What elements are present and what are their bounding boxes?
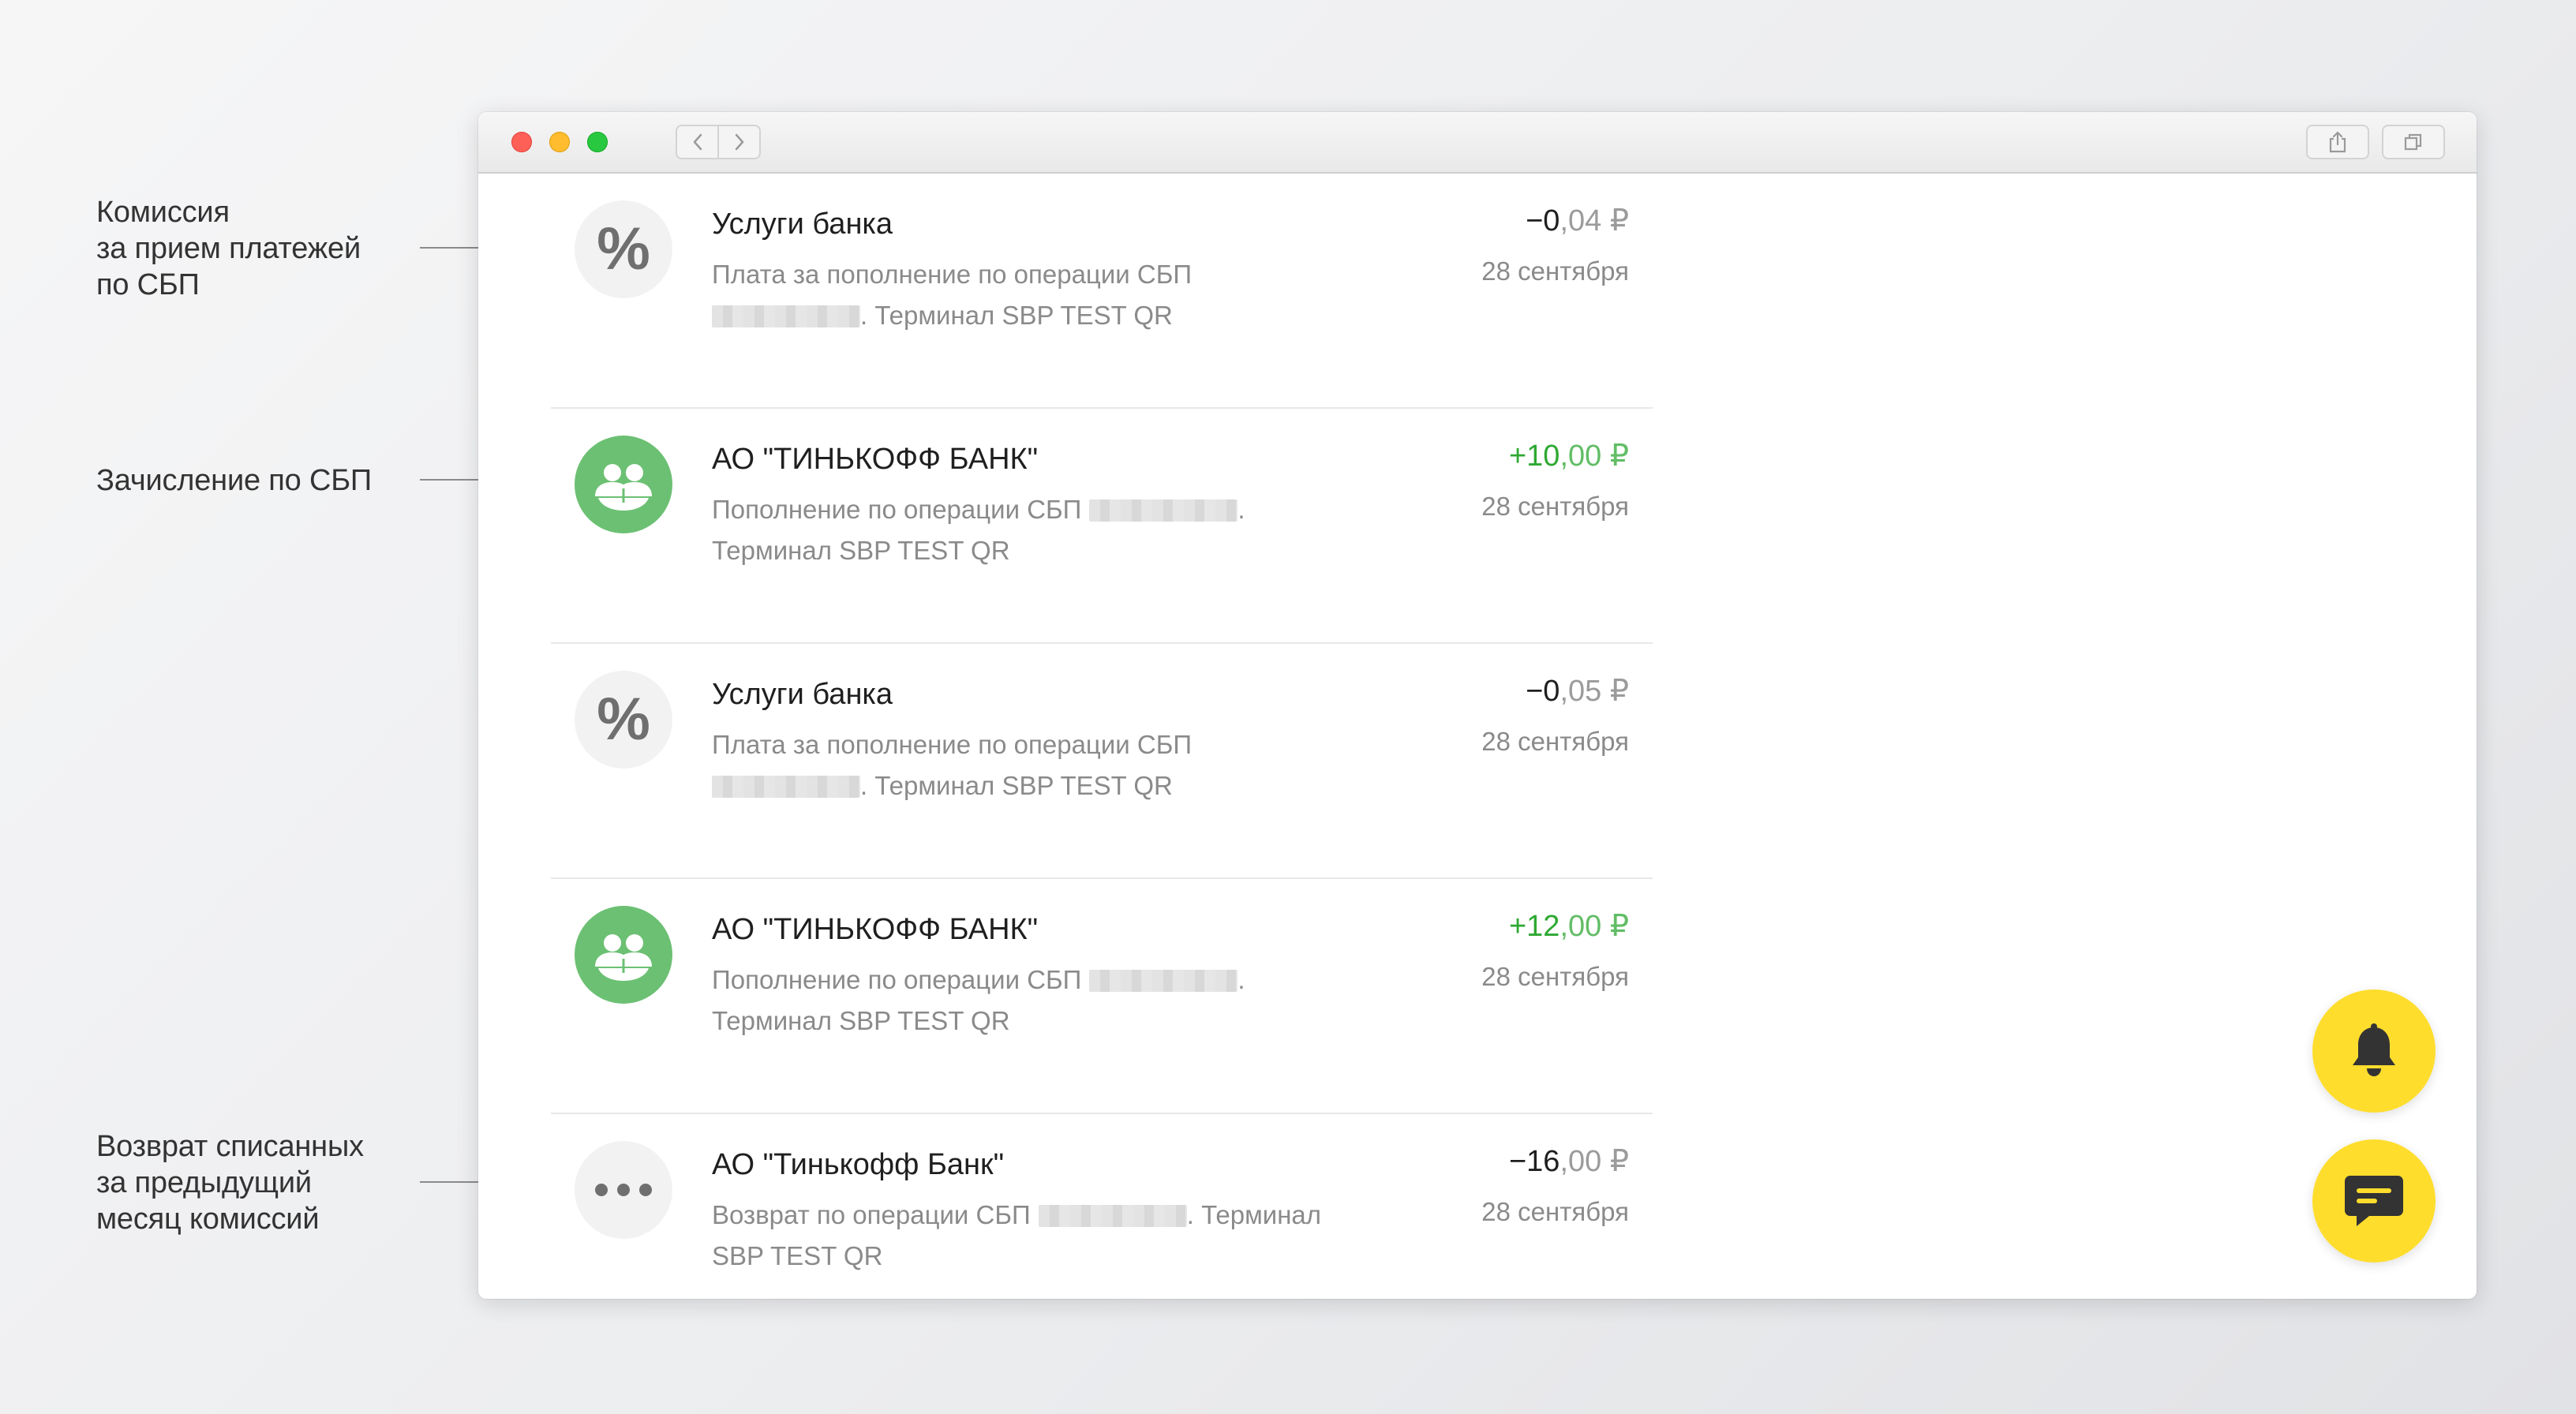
transaction-row[interactable]: АО "Тинькофф Банк" Возврат по операции С… <box>551 1114 1653 1299</box>
amount-integer: −0 <box>1526 675 1560 708</box>
redacted-phone <box>1089 499 1238 522</box>
description-line: . Терминал SBP TEST QR <box>860 771 1173 800</box>
transaction-row[interactable]: % Услуги банка Плата за пополнение по оп… <box>551 644 1653 879</box>
chevron-right-icon <box>735 133 743 151</box>
percent-glyph: % <box>597 215 650 282</box>
transaction-title: АО "ТИНЬКОФФ БАНК" <box>712 443 1039 476</box>
description-line: . Терминал SBP TEST QR <box>860 301 1173 330</box>
amount-integer: +10 <box>1508 440 1560 473</box>
description-line: Терминал SBP TEST QR <box>712 1006 1010 1035</box>
transaction-row[interactable]: % Услуги банка Плата за пополнение по оп… <box>551 174 1653 409</box>
amount-fraction: ,00 ₽ <box>1559 440 1629 473</box>
transaction-description: Пополнение по операции СБП. Терминал SBP… <box>712 489 1359 571</box>
people-icon <box>575 436 672 533</box>
transaction-description: Возврат по операции СБП . Терминал SBP TE… <box>712 1195 1359 1277</box>
annotation-line-text: Возврат списанных <box>96 1130 364 1163</box>
more-dots-icon <box>575 1141 672 1239</box>
transaction-description: Плата за пополнение по операции СБП . Те… <box>712 724 1359 806</box>
annotation-line-text: Комиссия <box>96 196 230 229</box>
description-line: Терминал SBP TEST QR <box>712 536 1010 565</box>
amount-integer: −0 <box>1526 204 1560 238</box>
transaction-description: Плата за пополнение по операции СБП . Те… <box>712 254 1359 336</box>
back-button[interactable] <box>677 126 717 158</box>
amount-fraction: ,00 ₽ <box>1559 1145 1629 1178</box>
amount-integer: −16 <box>1508 1145 1560 1178</box>
transactions-list: % Услуги банка Плата за пополнение по оп… <box>551 174 1653 1299</box>
transaction-amount: −0,05 ₽ <box>1526 672 1629 710</box>
annotation-line-text: Зачисление по СБП <box>96 464 373 497</box>
description-line: Плата за пополнение по операции СБП <box>712 730 1193 759</box>
transaction-amount: −16,00 ₽ <box>1509 1143 1629 1180</box>
amount-fraction: ,05 ₽ <box>1559 675 1629 708</box>
window-maximize-button[interactable] <box>587 132 608 152</box>
description-tail: . <box>1237 495 1245 524</box>
share-button[interactable] <box>2306 125 2369 159</box>
annotation-line-text: по СБП <box>96 268 200 301</box>
notifications-button[interactable] <box>2312 989 2436 1113</box>
redacted-phone <box>1089 970 1238 992</box>
annotation-credit: Зачисление по СБП <box>96 462 412 499</box>
share-icon <box>2329 131 2346 153</box>
annotation-line-text: за прием платежей <box>96 232 361 265</box>
chevron-left-icon <box>693 133 702 151</box>
transaction-amount: +10,00 ₽ <box>1509 437 1629 475</box>
annotation-line-text: за предыдущий <box>96 1166 312 1199</box>
window-titlebar <box>478 112 2477 174</box>
percent-icon: % <box>575 671 672 769</box>
window-close-button[interactable] <box>511 132 532 152</box>
chat-icon <box>2345 1176 2403 1226</box>
description-tail: . <box>1237 965 1245 994</box>
amount-fraction: ,00 ₽ <box>1559 910 1629 943</box>
description-line: Пополнение по операции СБП <box>712 965 1082 994</box>
bell-icon <box>2353 1023 2395 1076</box>
transaction-title: АО "Тинькофф Банк" <box>712 1148 1005 1181</box>
window-minimize-button[interactable] <box>549 132 570 152</box>
description-tail: . Терминал <box>1186 1200 1322 1229</box>
transaction-amount: −0,04 ₽ <box>1526 202 1629 240</box>
annotation-refund: Возврат списанных за предыдущий месяц ко… <box>96 1128 412 1237</box>
transaction-date: 28 сентября <box>1481 962 1629 991</box>
transaction-date: 28 сентября <box>1481 256 1629 286</box>
redacted-phone <box>712 776 860 798</box>
transaction-description: Пополнение по операции СБП. Терминал SBP… <box>712 960 1359 1042</box>
browser-window: % Услуги банка Плата за пополнение по оп… <box>478 112 2477 1299</box>
annotation-commission: Комиссия за прием платежей по СБП <box>96 194 412 303</box>
amount-integer: +12 <box>1508 910 1560 943</box>
description-line: SBP TEST QR <box>712 1241 883 1270</box>
transaction-amount: +12,00 ₽ <box>1509 907 1629 945</box>
forward-button[interactable] <box>717 126 759 158</box>
transaction-date: 28 сентября <box>1481 727 1629 756</box>
annotation-line-text: месяц комиссий <box>96 1203 320 1236</box>
transaction-row[interactable]: АО "ТИНЬКОФФ БАНК" Пополнение по операци… <box>551 409 1653 644</box>
description-line: Возврат по операции СБП <box>712 1200 1031 1229</box>
tabs-overview-button[interactable] <box>2382 125 2445 159</box>
transaction-date: 28 сентября <box>1481 1197 1629 1226</box>
description-line: Плата за пополнение по операции СБП <box>712 260 1193 289</box>
redacted-phone <box>712 305 860 327</box>
redacted-phone <box>1038 1205 1187 1227</box>
percent-glyph: % <box>597 686 650 753</box>
people-icon <box>575 906 672 1004</box>
description-line: Пополнение по операции СБП <box>712 495 1082 524</box>
amount-fraction: ,04 ₽ <box>1559 204 1629 238</box>
transaction-title: Услуги банка <box>712 208 893 241</box>
transaction-title: АО "ТИНЬКОФФ БАНК" <box>712 913 1039 946</box>
transaction-date: 28 сентября <box>1481 492 1629 521</box>
tabs-icon <box>2404 133 2422 151</box>
transaction-row[interactable]: АО "ТИНЬКОФФ БАНК" Пополнение по операци… <box>551 879 1653 1114</box>
transaction-title: Услуги банка <box>712 678 893 711</box>
navigation-buttons <box>676 125 761 159</box>
chat-button[interactable] <box>2312 1139 2436 1262</box>
percent-icon: % <box>575 200 672 298</box>
